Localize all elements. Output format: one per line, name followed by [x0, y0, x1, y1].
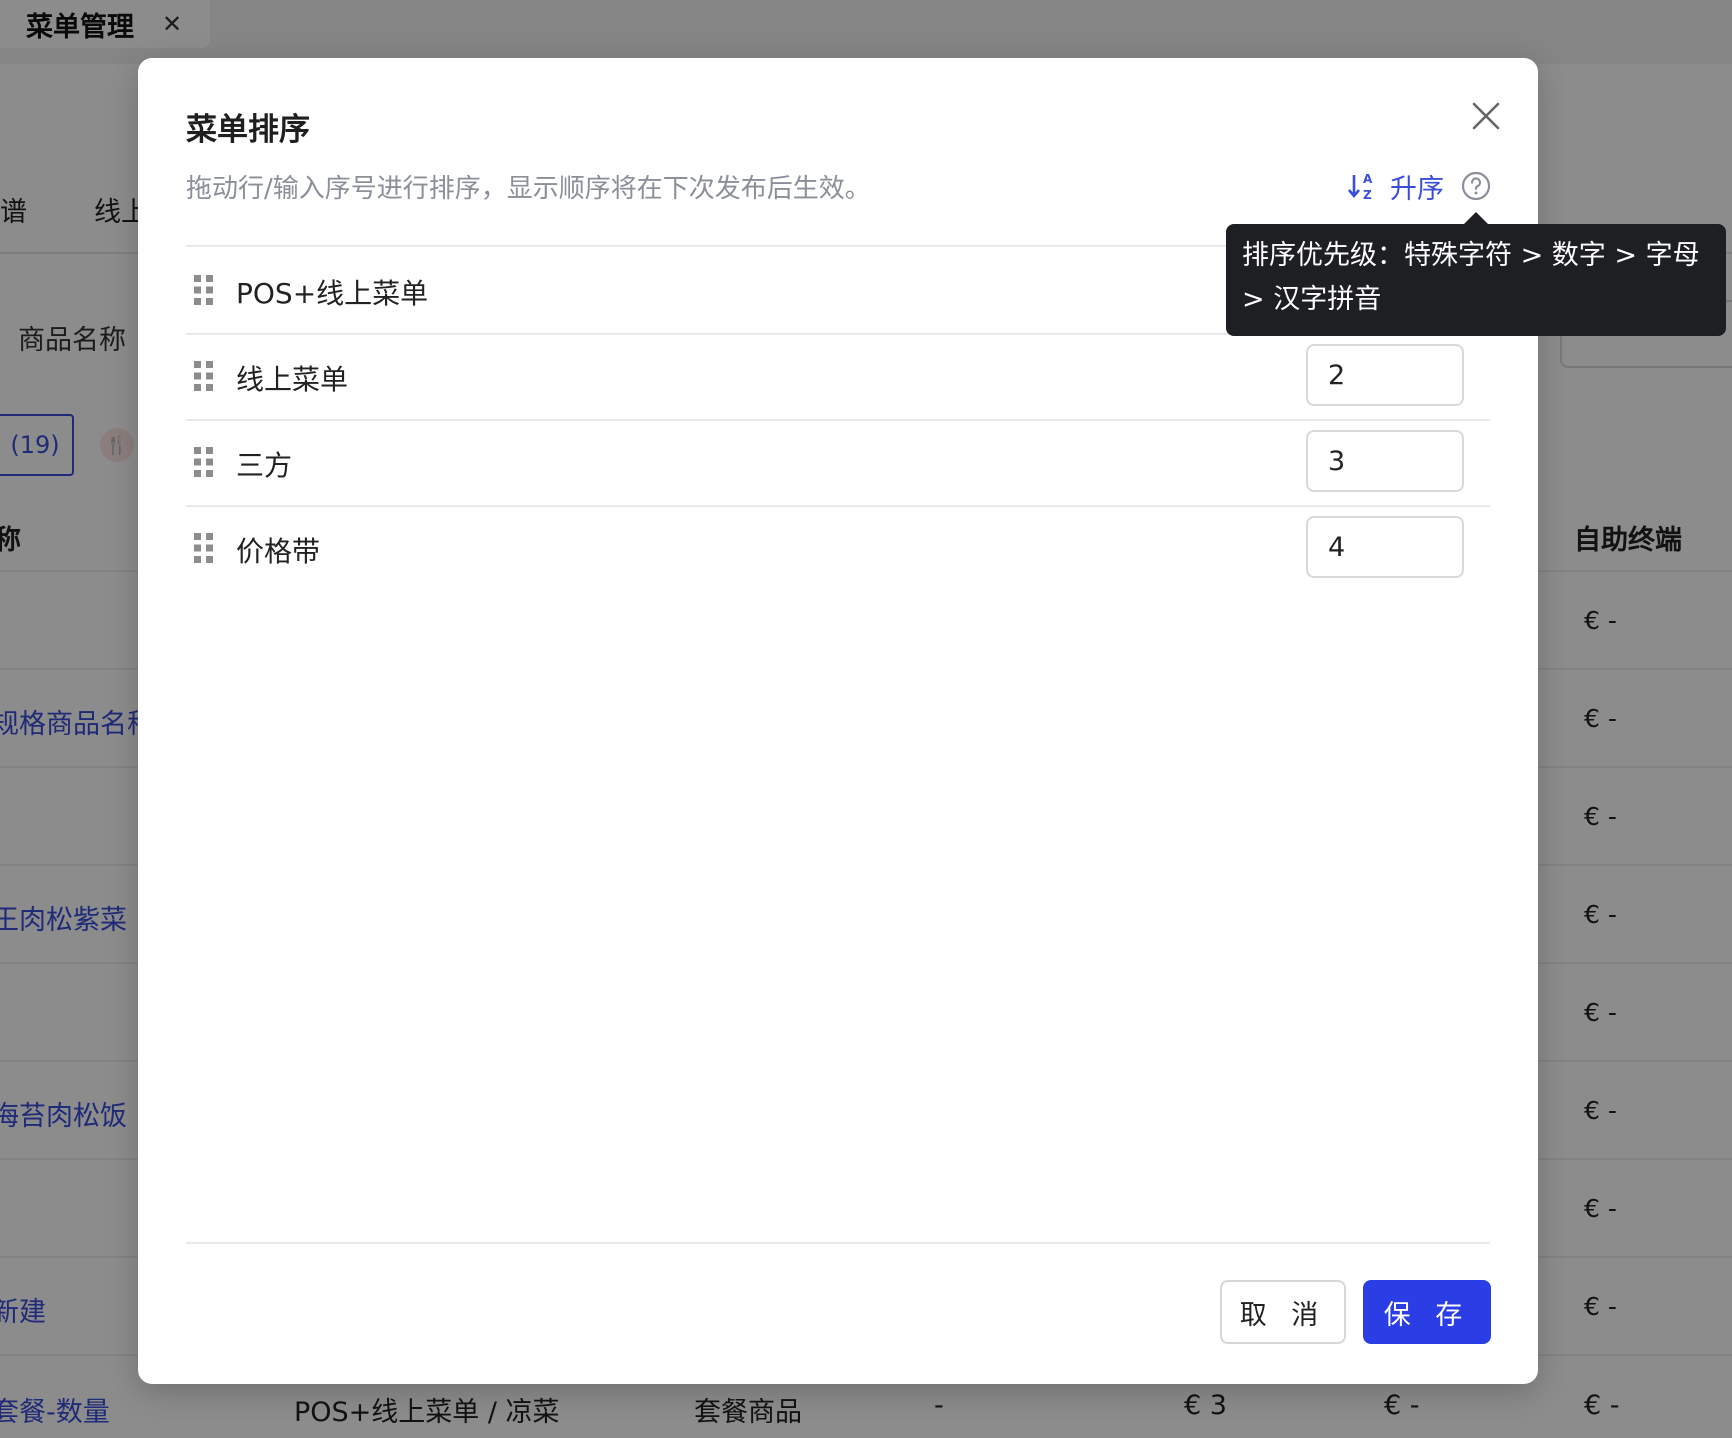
row-name: 三方: [236, 449, 293, 482]
row-name: POS+线上菜单: [236, 277, 429, 310]
sort-row[interactable]: 线上菜单: [186, 333, 1490, 421]
sort-row[interactable]: 价格带: [186, 505, 1490, 591]
order-input[interactable]: [1306, 516, 1464, 578]
footer-divider: [186, 1242, 1490, 1244]
drag-handle-icon[interactable]: [192, 273, 216, 307]
sort-row[interactable]: 三方: [186, 419, 1490, 507]
drag-handle-icon[interactable]: [192, 531, 216, 565]
tooltip-arrow: [1464, 212, 1488, 224]
help-icon[interactable]: [1460, 170, 1492, 202]
svg-text:A: A: [1363, 172, 1373, 186]
sort-label: 升序: [1390, 173, 1444, 205]
row-name: 线上菜单: [236, 363, 349, 396]
svg-text:Z: Z: [1363, 188, 1372, 202]
close-icon[interactable]: [1466, 96, 1506, 136]
row-name: 价格带: [236, 535, 321, 568]
save-button[interactable]: 保 存: [1363, 1280, 1491, 1344]
order-input[interactable]: [1306, 344, 1464, 406]
ascending-sort-button[interactable]: A Z 升序: [1348, 166, 1444, 206]
sort-ascending-icon: A Z: [1348, 172, 1373, 202]
dialog-description: 拖动行/输入序号进行排序，显示顺序将在下次发布后生效。: [186, 174, 871, 204]
drag-handle-icon[interactable]: [192, 445, 216, 479]
order-input[interactable]: [1306, 430, 1464, 492]
sort-priority-tooltip: 排序优先级：特殊字符 > 数字 > 字母 > 汉字拼音: [1226, 224, 1726, 336]
dialog-title: 菜单排序: [186, 112, 310, 148]
drag-handle-icon[interactable]: [192, 359, 216, 393]
cancel-button[interactable]: 取 消: [1220, 1280, 1346, 1344]
